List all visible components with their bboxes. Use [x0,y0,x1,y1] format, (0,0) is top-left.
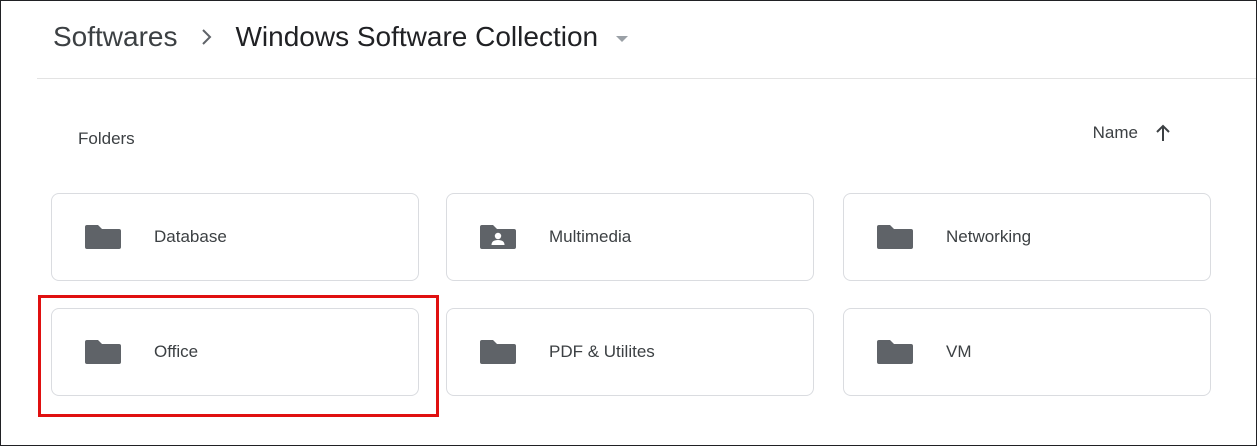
folder-card-vm[interactable]: VM [843,308,1211,396]
folder-name: Database [154,227,227,246]
folder-card-multimedia[interactable]: Multimedia [446,193,814,281]
folder-card-networking[interactable]: Networking [843,193,1211,281]
header-divider [37,78,1256,79]
folder-icon [84,339,122,365]
folder-name: PDF & Utilites [549,342,655,361]
folder-icon [479,339,517,365]
drive-folder-view: Softwares Windows Software Collection Fo… [0,0,1257,446]
folder-card-pdf-utilites[interactable]: PDF & Utilites [446,308,814,396]
breadcrumb-current-label: Windows Software Collection [235,21,599,52]
breadcrumb-root[interactable]: Softwares [53,21,178,53]
folder-card-office[interactable]: Office [51,308,419,396]
folder-name: Office [154,342,199,361]
folder-icon [876,224,914,250]
chevron-right-icon [200,27,214,47]
breadcrumb-current-folder[interactable]: Windows Software Collection [236,21,629,53]
folder-icon [876,339,914,365]
folder-card-database[interactable]: Database [51,193,419,281]
sort-by-name-button[interactable]: Name [1093,123,1172,143]
shared-folder-icon [479,224,517,250]
folder-icon [84,224,122,250]
arrow-up-icon[interactable] [1154,123,1172,143]
folder-name: Networking [946,227,1032,246]
folder-name: Multimedia [549,227,632,246]
sort-label: Name [1092,123,1138,142]
breadcrumb: Softwares Windows Software Collection [53,15,629,59]
dropdown-caret-icon [616,35,629,42]
folders-section-label: Folders [78,129,135,148]
folder-name: VM [946,342,972,361]
